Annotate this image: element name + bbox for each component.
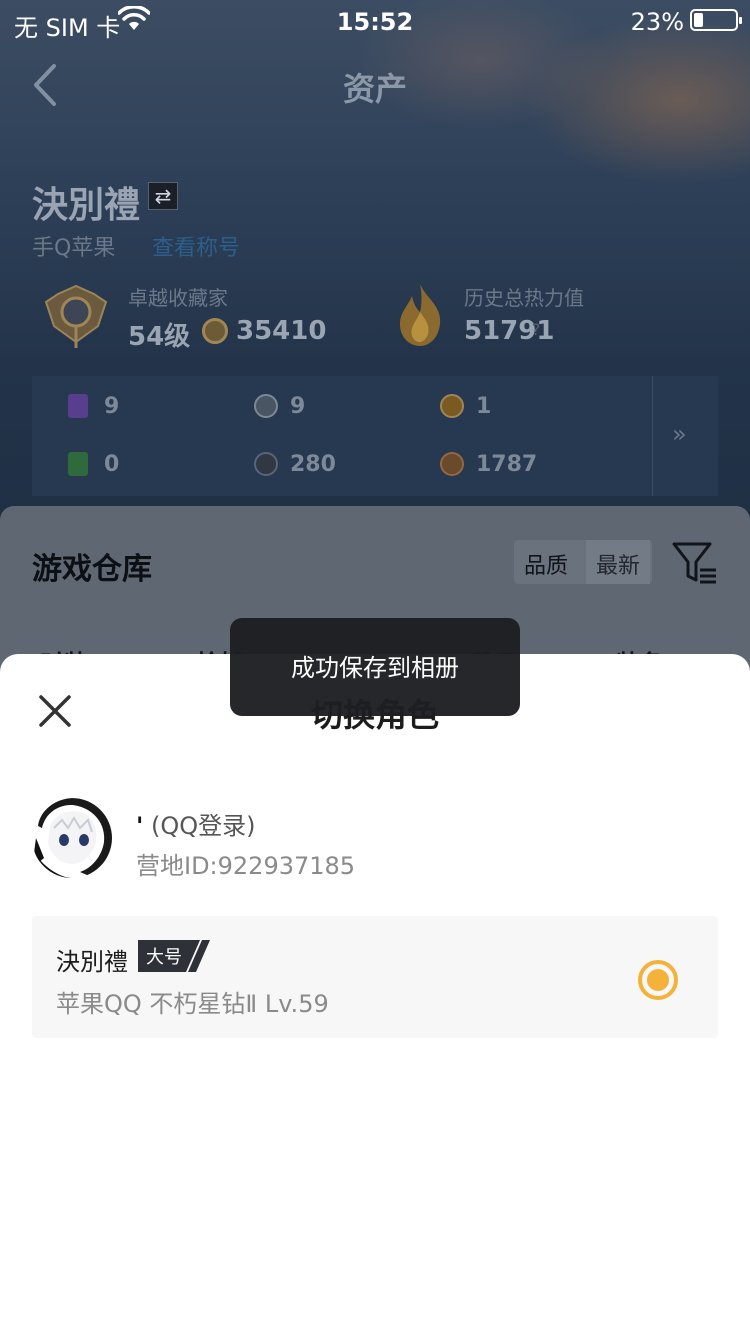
role-info: 苹果QQ 不朽星钻Ⅱ Lv.59	[56, 990, 329, 1018]
heat-title: 历史总热力值	[464, 286, 584, 310]
account-name: ' (QQ登录)	[136, 812, 256, 840]
selected-radio-icon[interactable]	[638, 960, 678, 1000]
sort-toggle[interactable]: 品质 最新	[514, 540, 652, 584]
collector-title: 卓越收藏家	[128, 286, 228, 310]
coin-silver-icon	[254, 394, 278, 418]
toast: 成功保存到相册	[230, 618, 520, 716]
sort-newest-button[interactable]: 最新	[586, 540, 650, 584]
switch-role-sheet: 切换角色 ' (QQ登录) 营地ID:922937185 決別禮 大号 苹果QQ…	[0, 654, 750, 1334]
sort-quality-button[interactable]: 品质	[524, 548, 568, 580]
collector-coin-icon	[202, 318, 228, 344]
switch-role-icon[interactable]: ⇄	[148, 182, 178, 210]
profile-platform: 手Q苹果	[32, 236, 116, 261]
role-option[interactable]: 決別禮 大号 苹果QQ 不朽星钻Ⅱ Lv.59	[32, 916, 718, 1038]
toast-message: 成功保存到相册	[291, 654, 459, 682]
more-arrow-icon[interactable]: »	[672, 420, 687, 448]
filter-icon[interactable]	[672, 540, 718, 586]
card-purple-icon	[68, 394, 88, 418]
profile-link[interactable]: 查看称号	[152, 230, 240, 262]
help-icon[interactable]: ?	[526, 320, 546, 340]
avatar	[32, 798, 112, 878]
collector-coins: 35410	[236, 316, 327, 346]
flame-icon	[400, 284, 441, 346]
divider	[652, 376, 653, 496]
collector-level: 54级	[128, 322, 191, 352]
assets-panel[interactable]: 9 9 1 0 280 1787 »	[32, 376, 718, 496]
battery-icon	[690, 9, 742, 31]
warehouse-title: 游戏仓库	[32, 552, 152, 587]
coin-gold-icon	[440, 394, 464, 418]
collector-badge-icon	[44, 284, 108, 348]
coin-bronze-icon	[440, 452, 464, 476]
main-account-tag-label: 大号	[146, 947, 182, 968]
account-camp-id: 营地ID:922937185	[136, 852, 356, 880]
card-green-icon	[68, 452, 88, 476]
anime-avatar-icon	[32, 798, 112, 878]
coin-dark-icon	[254, 452, 278, 476]
status-bar: 无 SIM 卡 15:52 23%	[0, 0, 750, 42]
page-title: 资产	[342, 70, 407, 108]
role-name: 決別禮	[56, 948, 128, 976]
battery-percent: 23%	[630, 8, 684, 36]
profile-name: 決別禮	[32, 185, 141, 226]
